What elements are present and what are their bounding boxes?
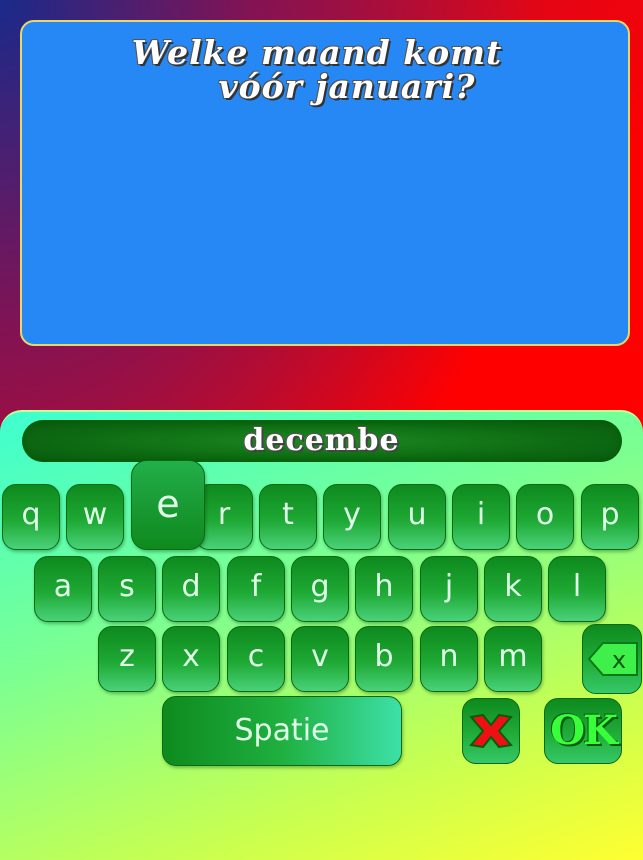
key-l[interactable]: l: [548, 556, 606, 622]
key-w[interactable]: w: [66, 484, 124, 550]
key-h[interactable]: h: [355, 556, 413, 622]
key-v[interactable]: v: [291, 626, 349, 692]
key-k[interactable]: k: [484, 556, 542, 622]
key-m[interactable]: m: [484, 626, 542, 692]
backspace-button[interactable]: x: [582, 624, 642, 694]
key-x[interactable]: x: [162, 626, 220, 692]
question-line-2: vóór januari?: [218, 67, 476, 106]
question-text: Welke maand komt vóór januari?: [22, 36, 612, 104]
cancel-x-icon: [469, 713, 513, 749]
key-y[interactable]: y: [323, 484, 381, 550]
key-z[interactable]: z: [98, 626, 156, 692]
cancel-button[interactable]: [462, 698, 520, 764]
key-t[interactable]: t: [259, 484, 317, 550]
key-p[interactable]: p: [581, 484, 639, 550]
key-j[interactable]: j: [420, 556, 478, 622]
key-a[interactable]: a: [34, 556, 92, 622]
key-n[interactable]: n: [420, 626, 478, 692]
key-f[interactable]: f: [227, 556, 285, 622]
key-q[interactable]: q: [2, 484, 60, 550]
svg-text:x: x: [612, 646, 626, 674]
question-line-1: Welke maand komt: [131, 33, 503, 72]
key-b[interactable]: b: [355, 626, 413, 692]
key-g[interactable]: g: [291, 556, 349, 622]
key-e[interactable]: e: [131, 460, 205, 550]
space-button[interactable]: Spatie: [162, 696, 402, 766]
backspace-icon: x: [587, 642, 638, 676]
key-u[interactable]: u: [388, 484, 446, 550]
key-o[interactable]: o: [516, 484, 574, 550]
answer-display: decembe: [243, 423, 400, 458]
key-s[interactable]: s: [98, 556, 156, 622]
key-c[interactable]: c: [227, 626, 285, 692]
question-panel: Welke maand komt vóór januari?: [20, 20, 630, 346]
ok-button[interactable]: OK: [544, 698, 622, 764]
key-i[interactable]: i: [452, 484, 510, 550]
key-d[interactable]: d: [162, 556, 220, 622]
